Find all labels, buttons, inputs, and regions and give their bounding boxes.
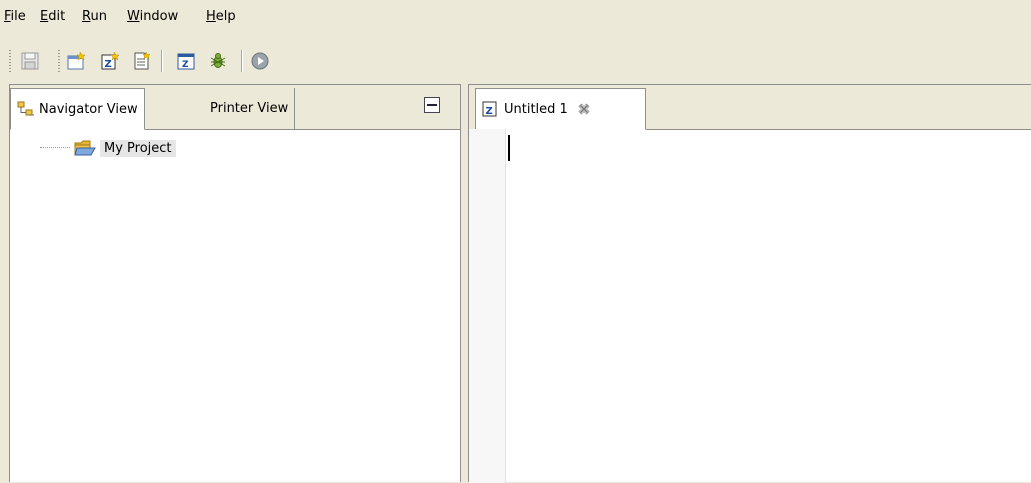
menu-help[interactable]: Help xyxy=(206,9,236,24)
zend-editor-button[interactable]: Z xyxy=(175,50,197,72)
menu-run-label: un xyxy=(90,9,107,24)
menu-help-label: elp xyxy=(215,9,236,24)
menu-file[interactable]: File xyxy=(4,9,26,24)
debug-button[interactable] xyxy=(207,50,229,72)
new-document-icon xyxy=(134,51,151,70)
menu-window-mnemonic: W xyxy=(127,9,140,24)
editor-area: Z Untitled 1 xyxy=(468,84,1031,483)
new-file-icon: Z xyxy=(101,51,120,70)
tab-navigator-view[interactable]: Navigator View xyxy=(10,88,145,130)
editor-gutter xyxy=(469,129,506,483)
menu-help-mnemonic: H xyxy=(206,9,216,24)
minimize-icon xyxy=(424,97,440,113)
tab-untitled-label: Untitled 1 xyxy=(504,101,568,117)
run-icon xyxy=(251,52,269,70)
tab-printer-label: Printer View xyxy=(210,101,289,116)
tab-printer-view[interactable]: Printer View xyxy=(204,88,296,129)
panel-tab-bar: Navigator View Printer View xyxy=(10,85,460,130)
text-caret xyxy=(508,135,510,161)
navigator-panel: Navigator View Printer View My Project xyxy=(9,84,461,482)
save-icon xyxy=(21,52,39,70)
menu-window-label: indow xyxy=(139,9,179,24)
menu-window[interactable]: Window xyxy=(127,9,178,24)
toolbar-separator-2 xyxy=(241,50,243,72)
editor-text-area[interactable] xyxy=(505,129,1031,483)
menu-run[interactable]: Run xyxy=(82,9,107,24)
toolbar-separator xyxy=(161,50,163,72)
new-document-button[interactable] xyxy=(131,50,153,72)
svg-text:Z: Z xyxy=(486,106,493,117)
zend-file-icon: Z xyxy=(482,101,497,117)
svg-text:Z: Z xyxy=(182,60,189,70)
menu-edit[interactable]: Edit xyxy=(40,9,65,24)
menu-bar: File Edit Run Window Help xyxy=(0,0,1031,38)
menu-file-label: ile xyxy=(10,9,26,24)
tab-navigator-label: Navigator View xyxy=(39,101,138,117)
svg-text:Z: Z xyxy=(105,59,112,70)
run-button[interactable] xyxy=(249,50,271,72)
tab-untitled-1[interactable]: Z Untitled 1 xyxy=(475,88,646,130)
zend-editor-icon: Z xyxy=(177,53,195,70)
new-file-button[interactable]: Z xyxy=(99,50,121,72)
close-icon[interactable] xyxy=(578,103,590,115)
toolbar-grip[interactable] xyxy=(9,50,11,72)
navigator-tree-icon xyxy=(17,101,34,116)
tree-item-my-project[interactable]: My Project xyxy=(40,137,176,159)
tree-item-label: My Project xyxy=(100,139,176,157)
toolbar: Z Z xyxy=(0,38,1031,84)
new-project-icon xyxy=(67,51,86,70)
menu-edit-mnemonic: E xyxy=(40,9,49,24)
editor-tab-bar: Z Untitled 1 xyxy=(469,85,1031,130)
minimize-button[interactable] xyxy=(423,96,441,114)
tree-connector xyxy=(40,147,70,149)
toolbar-grip-2[interactable] xyxy=(58,50,60,72)
save-button[interactable] xyxy=(19,50,41,72)
menu-edit-label: dit xyxy=(48,9,66,24)
new-project-button[interactable] xyxy=(65,50,87,72)
debug-bug-icon xyxy=(210,53,226,68)
open-folder-icon xyxy=(74,140,96,156)
